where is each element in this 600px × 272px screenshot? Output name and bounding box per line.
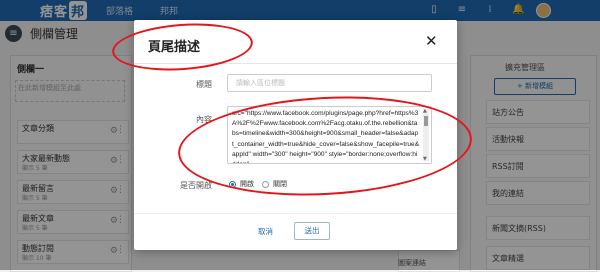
title-label: 標題 [196,80,212,89]
divider [134,213,457,214]
close-icon[interactable]: ✕ [425,32,438,50]
submit-button[interactable]: 送出 [294,222,330,240]
title-input[interactable] [227,74,432,92]
enable-label: 是否開啟 [180,181,212,190]
cancel-button[interactable]: 取消 [258,226,273,237]
